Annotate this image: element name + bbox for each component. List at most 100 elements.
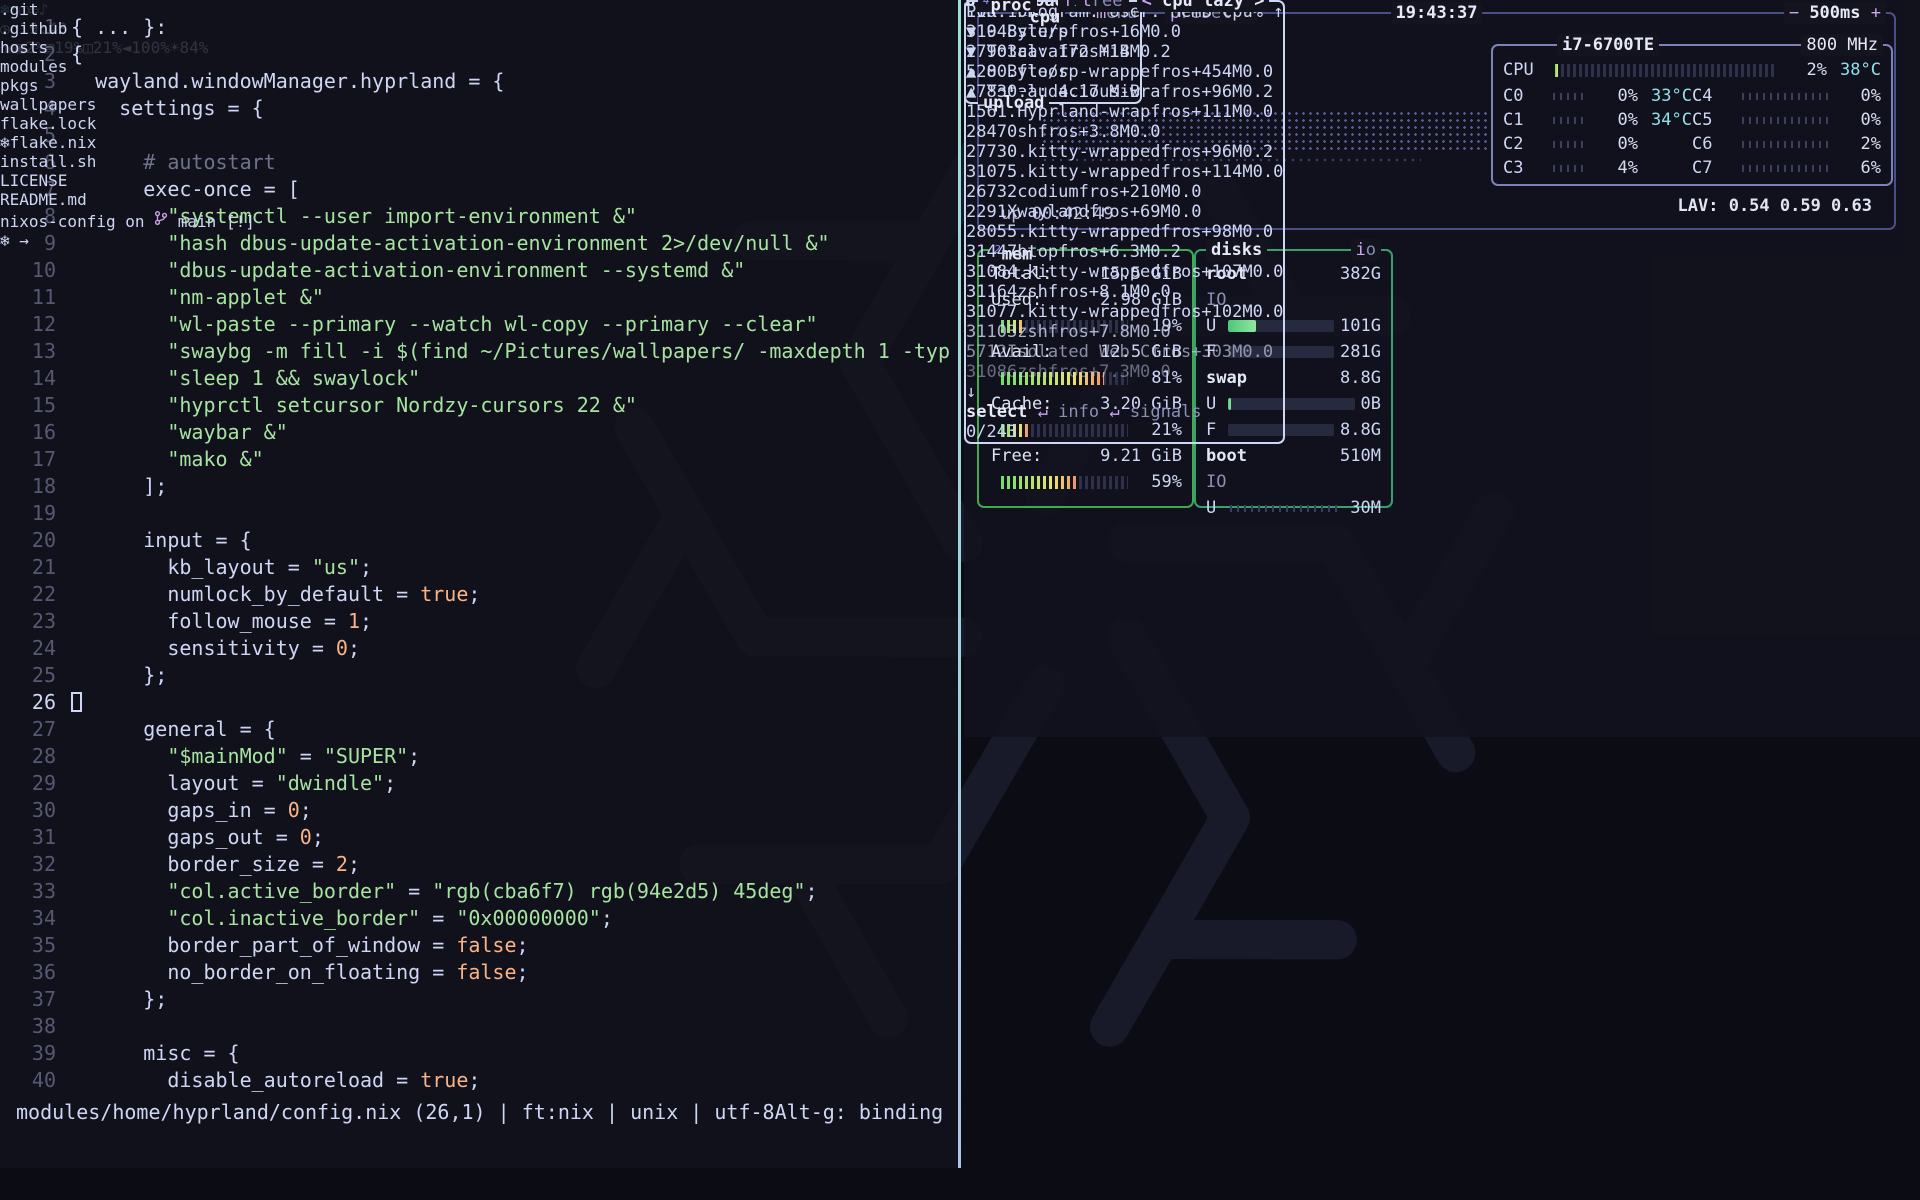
process-row[interactable]: 31084.kitty-wrappedfros+107M0.0: [966, 262, 1283, 282]
editor-line[interactable]: 19: [10, 500, 954, 527]
editor-cursor: [71, 692, 82, 712]
sort-selector[interactable]: < cpu lazy >: [1137, 0, 1270, 12]
editor-line[interactable]: 10 "dbus-update-activation-environment -…: [10, 257, 954, 284]
process-row[interactable]: 1561.Hyprland-wrapfros+111M0.0: [966, 102, 1283, 122]
line-number: 17: [10, 446, 56, 473]
file-name: modules: [0, 57, 67, 76]
editor-line[interactable]: 39 misc = {: [10, 1040, 954, 1067]
editor-line[interactable]: 23 follow_mouse = 1;: [10, 608, 954, 635]
file-list: .git.githubhostsmodulespkgswallpapersfla…: [0, 0, 255, 209]
info-button[interactable]: info: [1058, 402, 1099, 422]
cpu-total-percent: 2%: [1785, 58, 1827, 82]
editor-line[interactable]: 22 numlock_by_default = true;: [10, 581, 954, 608]
editor-line[interactable]: 27 general = {: [10, 716, 954, 743]
process-row[interactable]: 28055.kitty-wrappedfros+98M0.0: [966, 222, 1283, 242]
process-row[interactable]: 26732codiumfros+210M0.0: [966, 182, 1283, 202]
line-number: 22: [10, 581, 56, 608]
file-row[interactable]: install.sh: [0, 152, 255, 171]
editor-line[interactable]: 21 kb_layout = "us";: [10, 554, 954, 581]
editor-line[interactable]: 26: [10, 689, 954, 716]
editor-line[interactable]: 29 layout = "dwindle";: [10, 770, 954, 797]
tree-button[interactable]: tree: [1076, 0, 1127, 12]
editor-line[interactable]: 14 "sleep 1 && swaylock": [10, 365, 954, 392]
shell-input-line[interactable]: ❄ →: [0, 231, 255, 250]
cpu-total-temp: 38°C: [1827, 58, 1881, 82]
process-row[interactable]: 5712Isolated Web Cfros+303M0.0: [966, 342, 1283, 362]
file-row[interactable]: .git: [0, 0, 255, 19]
io-mode-button[interactable]: io: [1351, 239, 1382, 261]
enter-icon: ↵: [1109, 402, 1119, 422]
cpu-core-row: C34%: [1503, 156, 1692, 180]
scroll-down-icon[interactable]: ↓: [966, 382, 976, 402]
signals-button[interactable]: signals: [1130, 402, 1202, 422]
file-name: install.sh: [0, 152, 96, 171]
file-row[interactable]: ❄flake.nix: [0, 133, 255, 152]
interval-decrease-button[interactable]: −: [1789, 3, 1799, 23]
line-number: 37: [10, 986, 56, 1013]
line-number: 18: [10, 473, 56, 500]
editor-line[interactable]: 16 "waybar &": [10, 419, 954, 446]
editor-line[interactable]: 28 "$mainMod" = "SUPER";: [10, 743, 954, 770]
editor-line[interactable]: 15 "hyprctl setcursor Nordzy-cursors 22 …: [10, 392, 954, 419]
line-number: 24: [10, 635, 56, 662]
cpu-cores: C00%33°CC10%34°CC20%C34% C40%C50%C62%C76…: [1503, 84, 1881, 180]
editor-line[interactable]: 25 };: [10, 662, 954, 689]
git-status-flags: [!]: [226, 212, 255, 231]
editor-line[interactable]: 33 "col.active_border" = "rgb(cba6f7) rg…: [10, 878, 954, 905]
file-row[interactable]: .github: [0, 19, 255, 38]
file-row[interactable]: flake.lock: [0, 114, 255, 133]
process-row[interactable]: 31447btopfros+6.3M0.2: [966, 242, 1283, 262]
cpu-total-row: CPU 2% 38°C: [1503, 58, 1881, 82]
prompt-directory: nixos-config: [0, 212, 116, 231]
file-row[interactable]: LICENSE: [0, 171, 255, 190]
editor-line[interactable]: 40 disable_autoreload = true;: [10, 1067, 954, 1094]
editor-line[interactable]: 32 border_size = 2;: [10, 851, 954, 878]
process-row[interactable]: 31077.kitty-wrappedfros+102M0.0: [966, 302, 1283, 322]
load-average: LAV: 0.54 0.59 0.63: [1678, 196, 1872, 216]
line-number: 33: [10, 878, 56, 905]
editor-line[interactable]: 20 input = {: [10, 527, 954, 554]
process-row[interactable]: 5280.floorp-wrappefros+454M0.0: [966, 62, 1283, 82]
memory-meter-row: 59%: [991, 469, 1182, 495]
process-row[interactable]: 28470shfros+3.8M0.0: [966, 122, 1283, 142]
editor-line[interactable]: 18 ];: [10, 473, 954, 500]
file-row[interactable]: wallpapers: [0, 95, 255, 114]
statusline-binding-hint: Alt-g: binding: [775, 1100, 944, 1124]
process-box-title: 4proc: [978, 0, 1037, 12]
editor-line[interactable]: 24 sensitivity = 0;: [10, 635, 954, 662]
select-button[interactable]: select: [966, 402, 1027, 422]
editor-line[interactable]: 13 "swaybg -m fill -i $(find ~/Pictures/…: [10, 338, 954, 365]
process-row[interactable]: 31164zshfros+8.1M0.0: [966, 282, 1283, 302]
process-row[interactable]: 31103zshfros+7.8M0.0: [966, 322, 1283, 342]
line-number: 15: [10, 392, 56, 419]
cpu-core-row: C76%: [1692, 156, 1881, 180]
editor-line[interactable]: 11 "nm-applet &": [10, 284, 954, 311]
process-row[interactable]: 27903cavafros+14M0.2: [966, 42, 1283, 62]
prompt-on-text: on: [125, 212, 144, 231]
editor-line[interactable]: 35 border_part_of_window = false;: [10, 932, 954, 959]
cpu-core-row: C10%34°C: [1503, 108, 1692, 132]
line-number: 40: [10, 1067, 56, 1094]
file-name: wallpapers: [0, 95, 96, 114]
process-row[interactable]: 31948slurpfros+16M0.0: [966, 22, 1283, 42]
interval-increase-button[interactable]: +: [1871, 3, 1881, 23]
file-row[interactable]: pkgs: [0, 76, 255, 95]
statusline-file-info: modules/home/hyprland/config.nix (26,1) …: [16, 1100, 775, 1124]
editor-line[interactable]: 38: [10, 1013, 954, 1040]
file-row[interactable]: hosts: [0, 38, 255, 57]
process-row[interactable]: 2291Xwaylandfros+69M0.0: [966, 202, 1283, 222]
process-row[interactable]: 27730.kitty-wrappedfros+96M0.2: [966, 142, 1283, 162]
editor-line[interactable]: 12 "wl-paste --primary --watch wl-copy -…: [10, 311, 954, 338]
file-row[interactable]: README.md: [0, 190, 255, 209]
line-number: 27: [10, 716, 56, 743]
process-row[interactable]: 31075.kitty-wrappedfros+114M0.0: [966, 162, 1283, 182]
editor-line[interactable]: 31 gaps_out = 0;: [10, 824, 954, 851]
editor-line[interactable]: 34 "col.inactive_border" = "0x00000000";: [10, 905, 954, 932]
editor-line[interactable]: 36 no_border_on_floating = false;: [10, 959, 954, 986]
process-row[interactable]: 27830.audacious-wrafros+96M0.2: [966, 82, 1283, 102]
editor-line[interactable]: 17 "mako &": [10, 446, 954, 473]
editor-line[interactable]: 30 gaps_in = 0;: [10, 797, 954, 824]
file-row[interactable]: modules: [0, 57, 255, 76]
editor-line[interactable]: 37 };: [10, 986, 954, 1013]
process-row[interactable]: 31086zshfros+7.3M0.0: [966, 362, 1283, 382]
